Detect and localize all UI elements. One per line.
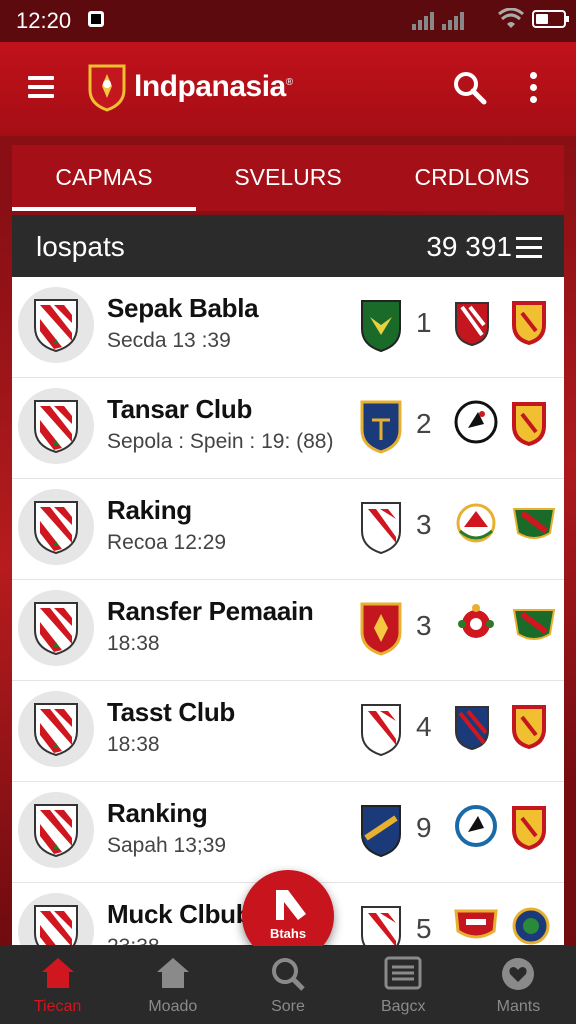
club-rank: 9 bbox=[416, 812, 432, 843]
team-badge-icon bbox=[512, 508, 556, 539]
tab-svelurs[interactable]: SVELURS bbox=[196, 145, 380, 211]
nav-label: Bagcx bbox=[380, 998, 426, 1015]
club-subtitle: Sapah 13;39 bbox=[107, 834, 227, 857]
status-time: 12:20 bbox=[16, 8, 72, 33]
sort-icon[interactable] bbox=[516, 237, 542, 264]
club-crest-icon bbox=[18, 287, 94, 363]
nav-item-bagcx[interactable]: Bagcx bbox=[346, 946, 461, 1024]
club-rank: 4 bbox=[416, 711, 432, 742]
team-badge-icon bbox=[512, 301, 546, 345]
logo-crest-icon bbox=[88, 64, 126, 112]
club-name: Raking bbox=[107, 495, 192, 525]
tab-crdloms[interactable]: CRDLOMS bbox=[380, 145, 564, 211]
nav-label: Moado bbox=[148, 998, 198, 1015]
list-item[interactable]: Raking Recoa 12:29 3 bbox=[12, 479, 564, 580]
team-badge-icon bbox=[455, 805, 497, 847]
team-badge-icon bbox=[512, 402, 546, 446]
club-name: Sepak Babla bbox=[107, 293, 259, 323]
club-crest-icon bbox=[18, 388, 94, 464]
list-header-count: 39 391 bbox=[426, 231, 512, 262]
battery-icon bbox=[532, 10, 569, 28]
nav-item-moado[interactable]: Moado bbox=[115, 946, 230, 1024]
club-subtitle: 18:38 bbox=[107, 733, 160, 756]
club-crest-icon bbox=[18, 489, 94, 565]
signal-icon bbox=[412, 12, 464, 30]
wifi-icon bbox=[498, 8, 524, 28]
list-header-label: lospats bbox=[36, 231, 125, 262]
notification-icon bbox=[88, 11, 104, 27]
nav-item-tiecan[interactable]: Tiecan bbox=[0, 946, 115, 1024]
team-badge-icon bbox=[361, 906, 401, 945]
team-badge-icon bbox=[361, 502, 401, 555]
team-badge-icon bbox=[512, 705, 546, 749]
club-name: Muck Clbub bbox=[107, 899, 252, 929]
team-badge-icon bbox=[512, 806, 546, 850]
list-item[interactable]: Ranking Sapah 13;39 9 bbox=[12, 782, 564, 883]
club-name: Ransfer Pemaain bbox=[107, 596, 314, 626]
team-badge-icon bbox=[512, 907, 550, 945]
status-bar: 12:20 bbox=[0, 0, 576, 42]
club-crest-icon bbox=[18, 792, 94, 868]
more-options-icon[interactable] bbox=[530, 72, 538, 108]
list-icon bbox=[384, 956, 422, 990]
heart-icon bbox=[502, 958, 535, 990]
team-badge-icon bbox=[361, 300, 401, 353]
team-badge-icon bbox=[361, 805, 401, 858]
nav-item-sore[interactable]: Sore bbox=[230, 946, 345, 1024]
club-name: Ranking bbox=[107, 798, 208, 828]
club-rank: 3 bbox=[416, 509, 432, 540]
club-subtitle: 18:38 bbox=[107, 632, 160, 655]
club-subtitle: Recoa 12:29 bbox=[107, 531, 227, 554]
tab-capmas[interactable]: CAPMAS bbox=[12, 145, 196, 211]
list-item[interactable]: Tasst Club 18:38 4 bbox=[12, 681, 564, 782]
club-name: Tasst Club bbox=[107, 697, 235, 727]
team-badge-icon bbox=[361, 704, 401, 757]
team-badge-icon bbox=[458, 604, 494, 638]
team-badge-icon bbox=[454, 400, 498, 444]
club-rank: 1 bbox=[416, 307, 432, 338]
club-subtitle: 23:38 bbox=[107, 935, 160, 945]
list-item[interactable]: Ransfer Pemaain 18:38 3 bbox=[12, 580, 564, 681]
club-list: Sepak Babla Secda 13 :39 1 Tansar Club S… bbox=[12, 277, 564, 945]
fab-label: Btahs bbox=[269, 926, 307, 941]
club-name: Tansar Club bbox=[107, 394, 253, 424]
house-icon bbox=[156, 958, 189, 988]
team-badge-icon bbox=[512, 609, 556, 640]
home-icon bbox=[41, 958, 74, 988]
nav-label: Mants bbox=[496, 998, 541, 1015]
list-header: lospats 39 391 bbox=[12, 215, 564, 277]
search-icon[interactable] bbox=[452, 70, 488, 106]
team-badge-icon bbox=[360, 400, 402, 454]
tab-bar: CAPMAS SVELURS CRDLOMS bbox=[12, 145, 564, 211]
club-crest-icon bbox=[18, 691, 94, 767]
arrow-icon bbox=[276, 890, 306, 920]
club-rank: 3 bbox=[416, 610, 432, 641]
club-subtitle: Secda 13 :39 bbox=[107, 329, 231, 352]
menu-icon[interactable] bbox=[28, 76, 54, 98]
club-rank: 2 bbox=[416, 408, 432, 439]
nav-label: Tiecan bbox=[33, 998, 82, 1015]
team-badge-icon bbox=[454, 909, 498, 939]
nav-item-mants[interactable]: Mants bbox=[461, 946, 576, 1024]
club-crest-icon bbox=[18, 893, 94, 945]
list-item[interactable]: Tansar Club Sepola : Spein : 19: (88) 2 bbox=[12, 378, 564, 479]
club-rank: 5 bbox=[416, 913, 432, 944]
search-icon bbox=[272, 958, 305, 991]
team-badge-icon bbox=[360, 602, 402, 656]
list-item[interactable]: Sepak Babla Secda 13 :39 1 bbox=[12, 277, 564, 378]
club-subtitle: Sepola : Spein : 19: (88) bbox=[107, 430, 334, 453]
team-badge-icon bbox=[456, 503, 496, 543]
club-crest-icon bbox=[18, 590, 94, 666]
app-bar: lndpanasia® bbox=[0, 42, 576, 136]
team-badge-icon bbox=[455, 706, 489, 751]
bottom-nav: Tiecan Moado Sore Bagcx Mants bbox=[0, 946, 576, 1024]
app-title: lndpanasia® bbox=[134, 70, 293, 103]
team-badge-icon bbox=[455, 302, 489, 347]
nav-label: Sore bbox=[271, 998, 305, 1015]
